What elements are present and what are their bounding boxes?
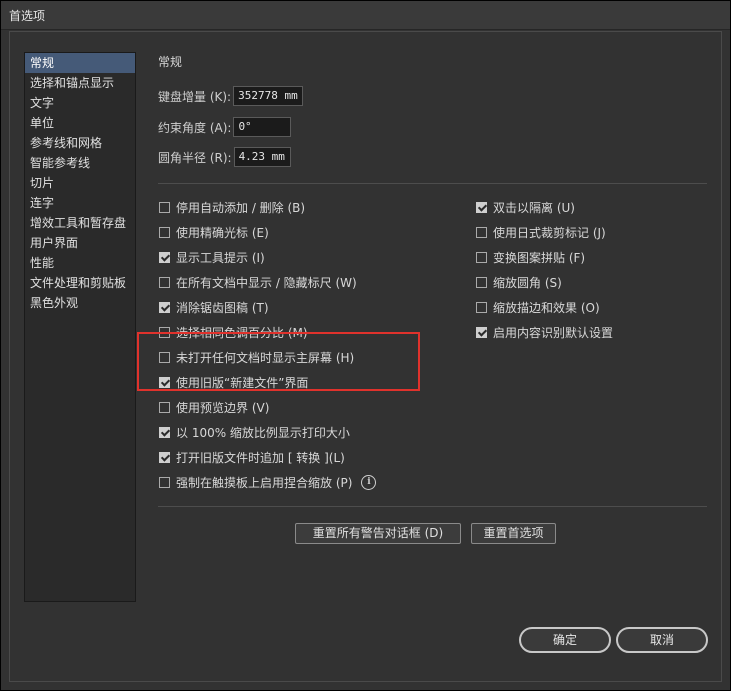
corner-radius-row: 圆角半径 (R): 4.23 mm — [158, 146, 291, 168]
checkbox[interactable] — [476, 201, 487, 213]
option-transform-pattern-tiles[interactable]: 变换图案拼贴 (F) — [476, 247, 585, 267]
option-show-home-screen[interactable]: 未打开任何文档时显示主屏幕 (H) — [159, 347, 354, 367]
option-select-same-tint[interactable]: 选择相同色调百分比 (M) — [159, 322, 308, 342]
cancel-button[interactable]: 取消 — [616, 627, 708, 653]
option-use-preview-bounds[interactable]: 使用预览边界 (V) — [159, 397, 269, 417]
sidebar-item-selection-anchor[interactable]: 选择和锚点显示 — [25, 73, 135, 93]
checkbox[interactable] — [476, 276, 487, 288]
reset-preferences-button[interactable]: 重置首选项 — [471, 523, 556, 544]
option-label: 以 100% 缩放比例显示打印大小 — [176, 425, 350, 440]
sidebar-item-file-clipboard[interactable]: 文件处理和剪贴板 — [25, 273, 135, 293]
option-label: 启用内容识别默认设置 — [493, 325, 614, 340]
sidebar-item-type[interactable]: 文字 — [25, 93, 135, 113]
option-label: 选择相同色调百分比 (M) — [176, 325, 308, 340]
option-label: 显示工具提示 (I) — [176, 250, 265, 265]
ok-button[interactable]: 确定 — [519, 627, 611, 653]
sidebar-item-black-appearance[interactable]: 黑色外观 — [25, 293, 135, 313]
sidebar-item-units[interactable]: 单位 — [25, 113, 135, 133]
sidebar-item-smart-guides[interactable]: 智能参考线 — [25, 153, 135, 173]
option-precise-cursors[interactable]: 使用精确光标 (E) — [159, 222, 269, 242]
option-label: 强制在触摸板上启用捏合缩放 (P) — [176, 475, 353, 490]
option-pinch-zoom[interactable]: 强制在触摸板上启用捏合缩放 (P) i — [159, 472, 377, 492]
sidebar-item-user-interface[interactable]: 用户界面 — [25, 233, 135, 253]
option-append-converted[interactable]: 打开旧版文件时追加 [ 转换 ](L) — [159, 447, 345, 467]
constrain-angle-input[interactable]: 0° — [233, 117, 292, 137]
keyboard-increment-label: 键盘增量 (K): — [158, 89, 232, 104]
option-label: 在所有文档中显示 / 隐藏标尺 (W) — [176, 275, 357, 290]
checkbox[interactable] — [159, 201, 170, 213]
option-label: 缩放描边和效果 (O) — [493, 300, 600, 315]
option-label: 变换图案拼贴 (F) — [493, 250, 586, 265]
constrain-angle-label: 约束角度 (A): — [158, 120, 232, 135]
option-label: 缩放圆角 (S) — [493, 275, 562, 290]
option-label: 打开旧版文件时追加 [ 转换 ](L) — [176, 450, 345, 465]
divider — [158, 506, 707, 507]
sidebar-item-hyphenation[interactable]: 连字 — [25, 193, 135, 213]
option-double-click-isolate[interactable]: 双击以隔离 (U) — [476, 197, 575, 217]
option-label: 使用日式裁剪标记 (J) — [493, 225, 606, 240]
keyboard-increment-input[interactable]: 352778 mm — [233, 86, 304, 106]
option-label: 消除锯齿图稿 (T) — [176, 300, 269, 315]
checkbox[interactable] — [159, 326, 170, 338]
checkbox[interactable] — [159, 426, 170, 438]
checkbox[interactable] — [159, 351, 170, 363]
option-legacy-new-document[interactable]: 使用旧版“新建文件”界面 — [159, 372, 308, 392]
option-show-tooltips[interactable]: 显示工具提示 (I) — [159, 247, 265, 267]
checkbox[interactable] — [476, 226, 487, 238]
info-icon[interactable]: i — [361, 474, 377, 490]
checkbox[interactable] — [159, 451, 170, 463]
option-label: 使用预览边界 (V) — [176, 400, 270, 415]
sidebar-item-plugins-scratch[interactable]: 增效工具和暂存盘 — [25, 213, 135, 233]
corner-radius-label: 圆角半径 (R): — [158, 150, 232, 165]
window-title: 首选项 — [9, 9, 46, 23]
checkbox[interactable] — [159, 401, 170, 413]
sidebar-item-guides-grid[interactable]: 参考线和网格 — [25, 133, 135, 153]
divider — [158, 183, 707, 184]
option-show-hide-rulers[interactable]: 在所有文档中显示 / 隐藏标尺 (W) — [159, 272, 357, 292]
checkbox[interactable] — [159, 276, 170, 288]
option-anti-aliased-artwork[interactable]: 消除锯齿图稿 (T) — [159, 297, 269, 317]
corner-radius-input[interactable]: 4.23 mm — [233, 147, 291, 167]
title-bar[interactable]: 首选项 — [1, 1, 730, 30]
checkbox[interactable] — [476, 326, 487, 338]
checkbox[interactable] — [159, 476, 170, 488]
checkbox[interactable] — [159, 251, 170, 263]
option-label: 未打开任何文档时显示主屏幕 (H) — [176, 350, 355, 365]
option-label: 双击以隔离 (U) — [493, 200, 575, 215]
option-print-size-100[interactable]: 以 100% 缩放比例显示打印大小 — [159, 422, 350, 442]
option-scale-strokes-effects[interactable]: 缩放描边和效果 (O) — [476, 297, 600, 317]
checkbox[interactable] — [159, 376, 170, 388]
sidebar-item-slices[interactable]: 切片 — [25, 173, 135, 193]
reset-all-warnings-button[interactable]: 重置所有警告对话框 (D) — [295, 523, 461, 544]
option-label: 使用精确光标 (E) — [176, 225, 269, 240]
checkbox[interactable] — [476, 301, 487, 313]
keyboard-increment-row: 键盘增量 (K): 352778 mm — [158, 85, 304, 107]
option-content-aware-defaults[interactable]: 启用内容识别默认设置 — [476, 322, 613, 342]
sidebar-item-general[interactable]: 常规 — [25, 53, 135, 73]
option-label: 停用自动添加 / 删除 (B) — [176, 200, 306, 215]
option-label: 使用旧版“新建文件”界面 — [176, 375, 309, 390]
checkbox[interactable] — [159, 301, 170, 313]
option-japanese-crop-marks[interactable]: 使用日式裁剪标记 (J) — [476, 222, 606, 242]
section-title: 常规 — [158, 55, 183, 69]
category-list: 常规 选择和锚点显示 文字 单位 参考线和网格 智能参考线 切片 连字 增效工具… — [24, 52, 136, 602]
option-scale-corners[interactable]: 缩放圆角 (S) — [476, 272, 562, 292]
sidebar-item-performance[interactable]: 性能 — [25, 253, 135, 273]
constrain-angle-row: 约束角度 (A): 0° — [158, 116, 292, 138]
option-disable-auto-add-delete[interactable]: 停用自动添加 / 删除 (B) — [159, 197, 305, 217]
checkbox[interactable] — [476, 251, 487, 263]
checkbox[interactable] — [159, 226, 170, 238]
